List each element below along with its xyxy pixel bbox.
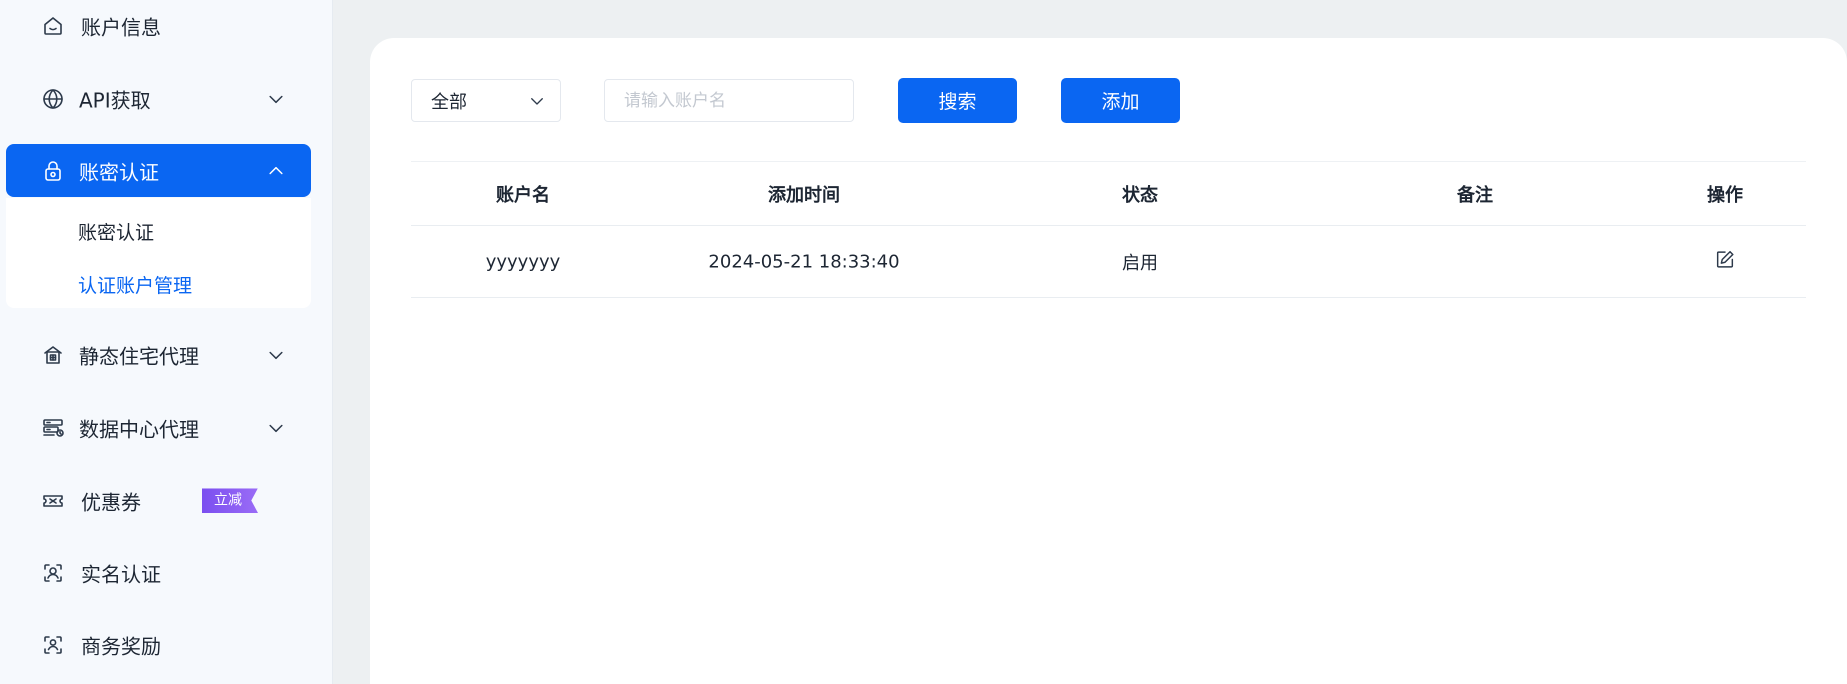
sidebar-item-account-info[interactable]: 账户信息 — [6, 0, 311, 52]
column-header-added-time: 添加时间 — [768, 184, 840, 206]
table-header: 账户名 添加时间 状态 备注 操作 — [411, 161, 1806, 226]
add-button[interactable]: 添加 — [1061, 78, 1180, 123]
sidebar-item-api[interactable]: API获取 — [6, 72, 311, 125]
chevron-down-icon[interactable] — [265, 344, 287, 366]
ticket-icon — [40, 488, 66, 514]
sidebar-item-business-reward[interactable]: 商务奖励 — [6, 618, 311, 671]
sidebar-item-label: 账密认证 — [79, 160, 159, 184]
status-filter-select[interactable]: 全部 — [411, 79, 561, 122]
search-button[interactable]: 搜索 — [898, 78, 1017, 123]
sidebar-item-label: 实名认证 — [81, 562, 161, 586]
chevron-down-icon[interactable] — [265, 88, 287, 110]
cell-added-time: 2024-05-21 18:33:40 — [708, 251, 900, 272]
discount-badge: 立减 — [202, 488, 258, 513]
sidebar-item-datacenter-proxy[interactable]: 数据中心代理 — [6, 401, 311, 454]
cell-account: yyyyyyy — [485, 251, 561, 272]
table-row: yyyyyyy 2024-05-21 18:33:40 启用 — [411, 226, 1806, 298]
building-icon — [40, 342, 66, 368]
sidebar-item-real-name-auth[interactable]: 实名认证 — [6, 546, 311, 599]
sidebar-item-coupon[interactable]: 优惠券 立减 — [6, 474, 311, 527]
app: 账户信息 API获取 账密认证 账密认证 认证账户管理 静态住宅代理 数据中心代… — [0, 0, 1847, 684]
filter-selected-value: 全部 — [431, 91, 467, 113]
column-header-status: 状态 — [1122, 184, 1158, 206]
account-search-input[interactable] — [604, 79, 854, 122]
sidebar-item-label: 静态住宅代理 — [79, 344, 199, 368]
column-header-action: 操作 — [1707, 184, 1743, 206]
submenu-password-auth: 账密认证 认证账户管理 — [6, 198, 311, 308]
column-header-note: 备注 — [1457, 184, 1493, 206]
column-header-account: 账户名 — [496, 184, 550, 206]
globe-icon — [40, 86, 66, 112]
face-scan-icon — [40, 560, 66, 586]
sidebar-item-password-auth[interactable]: 账密认证 — [6, 144, 311, 197]
main-panel: 全部 搜索 添加 账户名 添加时间 状态 备注 操作 yyyyyyy 2024-… — [370, 38, 1847, 684]
sidebar-item-label: 数据中心代理 — [79, 417, 199, 441]
submenu-item-password-auth[interactable]: 账密认证 — [78, 218, 154, 245]
sidebar-item-label: 账户信息 — [81, 15, 161, 40]
submenu-item-auth-account-manage[interactable]: 认证账户管理 — [78, 271, 192, 298]
chevron-up-icon[interactable] — [265, 160, 287, 182]
user-scan-icon — [40, 632, 66, 658]
chevron-down-icon[interactable] — [265, 417, 287, 439]
sidebar-item-static-residential-proxy[interactable]: 静态住宅代理 — [6, 328, 311, 381]
chevron-down-icon — [528, 92, 546, 110]
lock-icon — [40, 158, 66, 184]
cell-status: 启用 — [1122, 252, 1158, 274]
server-icon — [40, 415, 66, 441]
sidebar: 账户信息 API获取 账密认证 账密认证 认证账户管理 静态住宅代理 数据中心代… — [0, 0, 333, 684]
accounts-table: 账户名 添加时间 状态 备注 操作 yyyyyyy 2024-05-21 18:… — [411, 161, 1806, 298]
sidebar-item-label: 商务奖励 — [81, 634, 161, 658]
home-icon — [40, 13, 66, 39]
sidebar-item-label: 优惠券 — [81, 490, 141, 514]
sidebar-item-label: API获取 — [79, 88, 151, 112]
edit-icon[interactable] — [1714, 248, 1736, 275]
